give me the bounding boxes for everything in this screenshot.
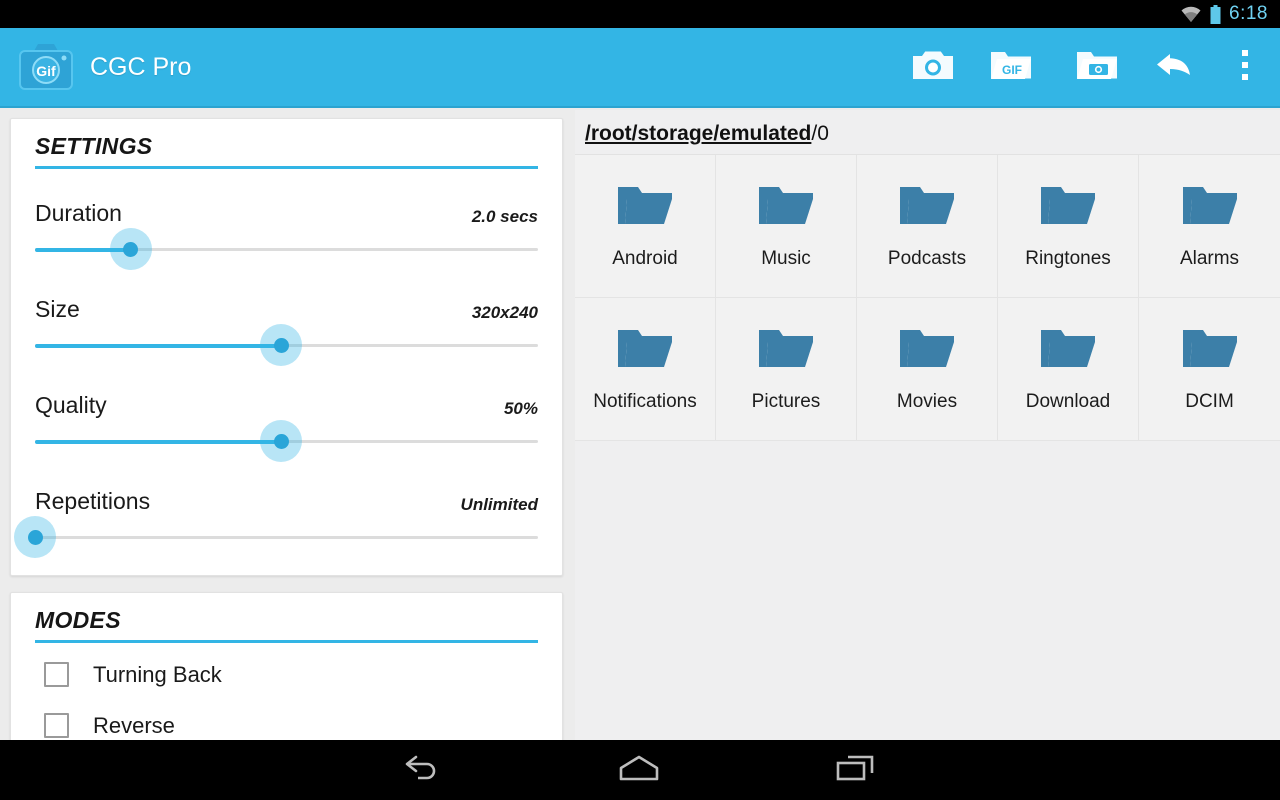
folder-item[interactable]: DCIM [1139,298,1280,441]
folder-icon [1039,183,1097,234]
svg-text:Gif: Gif [36,63,56,79]
back-arrow-icon [403,755,443,786]
file-browser-panel: /root/storage/emulated/0 Android Music P… [575,110,1280,740]
folder-label: Download [1025,390,1111,412]
setting-value: 2.0 secs [471,207,538,226]
gif-camera-app-icon: Gif [18,41,74,93]
folder-icon [616,183,674,234]
settings-card-rule [35,166,538,169]
action-bar: Gif CGC Pro GIF [0,28,1280,108]
setting-duration: Duration 2.0 secs [35,175,538,271]
folder-icon [1181,326,1239,377]
setting-label: Quality [35,392,107,418]
folder-item[interactable]: Movies [857,298,998,441]
modes-card: MODES Turning Back Reverse [10,592,563,740]
folder-label: Notifications [593,390,697,412]
slider-thumb[interactable] [273,433,289,449]
mode-turning-back[interactable]: Turning Back [35,649,538,700]
slider-thumb[interactable] [273,337,289,353]
folder-icon [1039,326,1097,377]
mode-label: Reverse [93,712,175,738]
overflow-menu-icon [1241,49,1249,86]
folder-label: Podcasts [887,247,967,269]
status-bar-clock: 6:18 [1229,3,1268,24]
folder-item[interactable]: Music [716,155,857,298]
status-bar: 6:18 [0,0,1280,28]
slider-fill [35,344,282,348]
nav-home-button[interactable] [579,740,699,800]
breadcrumb-path[interactable]: /root/storage/emulated [585,122,811,145]
folder-label: DCIM [1185,390,1234,412]
slider-track [35,536,538,539]
camera-icon [913,49,953,86]
setting-label: Size [35,296,80,322]
folder-label: Movies [896,390,958,412]
repetitions-slider[interactable] [14,516,538,559]
gif-folder-button[interactable]: GIF [968,27,1054,107]
setting-quality: Quality 50% [35,367,538,463]
folder-item[interactable]: Download [998,298,1139,441]
mode-reverse[interactable]: Reverse [35,700,538,740]
svg-text:GIF: GIF [1002,63,1022,77]
folder-label: Alarms [1179,247,1240,269]
folder-item[interactable]: Alarms [1139,155,1280,298]
folder-label: Ringtones [1025,247,1111,269]
turning-back-checkbox[interactable] [44,662,69,687]
folder-item[interactable]: Android [575,155,716,298]
folder-item[interactable]: Notifications [575,298,716,441]
mode-label: Turning Back [93,661,222,687]
modes-card-rule [35,640,538,643]
nav-back-button[interactable] [363,740,483,800]
app-title: CGC Pro [90,52,192,81]
size-slider[interactable] [35,324,538,367]
setting-value: 50% [503,399,538,418]
folder-icon [757,183,815,234]
folder-icon [1181,183,1239,234]
settings-card-title: SETTINGS [35,133,153,159]
slider-thumb[interactable] [123,241,139,257]
folder-item[interactable]: Ringtones [998,155,1139,298]
folder-label: Music [761,247,811,269]
breadcrumb: /root/storage/emulated/0 [575,110,1280,154]
battery-icon [1210,4,1221,24]
duration-slider[interactable] [35,228,538,271]
quality-slider[interactable] [35,420,538,463]
folder-item[interactable]: Pictures [716,298,857,441]
photo-folder-button[interactable] [1054,27,1140,107]
reverse-checkbox[interactable] [44,713,69,738]
setting-label: Repetitions [35,488,151,514]
overflow-menu-button[interactable] [1210,27,1280,107]
nav-recents-button[interactable] [795,740,915,800]
recents-icon [835,754,875,787]
folder-label: Pictures [751,390,821,412]
wifi-icon [1180,6,1202,23]
reply-arrow-icon [1156,50,1194,85]
slider-fill [35,440,282,444]
camera-button[interactable] [898,27,968,107]
folder-icon [616,326,674,377]
folder-grid: Android Music Podcasts Ringtones Alarms … [575,154,1280,441]
setting-label: Duration [35,200,122,226]
folder-icon [898,326,956,377]
navigation-bar [0,740,1280,800]
gif-folder-icon: GIF [990,48,1032,86]
photo-folder-icon [1076,48,1118,86]
setting-repetitions: Repetitions Unlimited [14,463,538,559]
setting-value: 320x240 [471,303,538,322]
folder-item[interactable]: Podcasts [857,155,998,298]
settings-panel: SETTINGS Duration 2.0 secs Size 320x240 [0,110,575,740]
slider-thumb[interactable] [27,529,43,545]
breadcrumb-current: /0 [811,122,829,145]
settings-card: SETTINGS Duration 2.0 secs Size 320x240 [10,118,563,576]
home-icon [617,755,661,786]
folder-icon [757,326,815,377]
folder-icon [898,183,956,234]
setting-value: Unlimited [460,495,538,514]
action-bar-buttons: GIF [898,27,1280,107]
modes-card-title: MODES [35,607,121,633]
setting-size: Size 320x240 [35,271,538,367]
folder-label: Android [612,247,678,269]
back-button[interactable] [1140,27,1210,107]
